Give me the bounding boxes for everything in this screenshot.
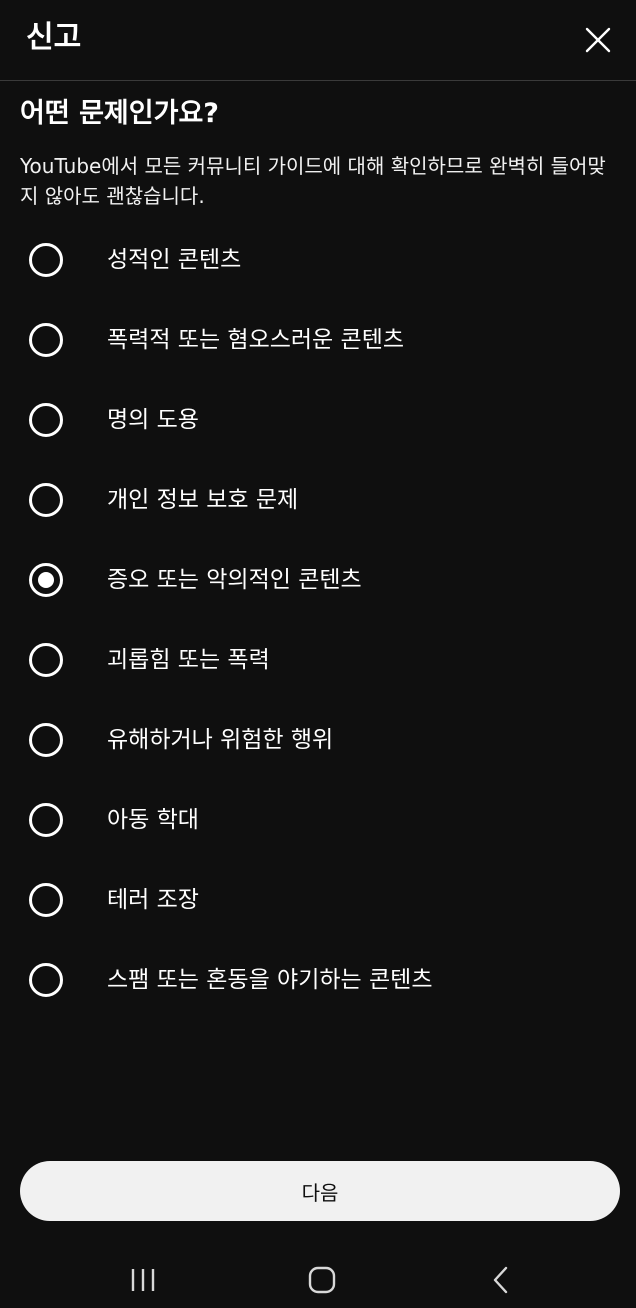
radio-button[interactable] [29, 803, 63, 837]
description-text: YouTube에서 모든 커뮤니티 가이드에 대해 확인하므로 완벽히 들어맞지… [20, 154, 606, 208]
option-label: 증오 또는 악의적인 콘텐츠 [107, 567, 362, 593]
report-option[interactable]: 아동 학대 [0, 780, 636, 860]
option-label: 테러 조장 [107, 887, 199, 913]
report-option[interactable]: 개인 정보 보호 문제 [0, 460, 636, 540]
report-option[interactable]: 명의 도용 [0, 380, 636, 460]
report-option[interactable]: 유해하거나 위험한 행위 [0, 700, 636, 780]
dialog-header: 신고 [0, 0, 636, 81]
question-heading: 어떤 문제인가요? [20, 98, 219, 129]
report-option[interactable]: 폭력적 또는 혐오스러운 콘텐츠 [0, 300, 636, 380]
option-label: 유해하거나 위험한 행위 [107, 727, 334, 753]
back-icon [493, 1266, 508, 1294]
close-icon [585, 27, 611, 53]
radio-button[interactable] [29, 403, 63, 437]
option-label: 개인 정보 보호 문제 [107, 487, 299, 513]
report-option[interactable]: 스팸 또는 혼동을 야기하는 콘텐츠 [0, 940, 636, 1020]
radio-button[interactable] [29, 643, 63, 677]
page-title: 신고 [26, 20, 82, 55]
radio-button[interactable] [29, 563, 63, 597]
report-option[interactable]: 증오 또는 악의적인 콘텐츠 [0, 540, 636, 620]
radio-button[interactable] [29, 483, 63, 517]
report-option[interactable]: 테러 조장 [0, 860, 636, 940]
home-button[interactable] [292, 1262, 352, 1298]
radio-button[interactable] [29, 323, 63, 357]
option-label: 스팸 또는 혼동을 야기하는 콘텐츠 [107, 967, 433, 993]
recent-apps-icon [131, 1269, 155, 1291]
option-label: 괴롭힘 또는 폭력 [107, 647, 270, 673]
back-button[interactable] [472, 1262, 532, 1298]
option-label: 폭력적 또는 혐오스러운 콘텐츠 [107, 327, 405, 353]
radio-button[interactable] [29, 243, 63, 277]
radio-button[interactable] [29, 883, 63, 917]
report-reason-list: 성적인 콘텐츠 폭력적 또는 혐오스러운 콘텐츠 명의 도용 개인 정보 보호 … [0, 220, 636, 1020]
report-option[interactable]: 성적인 콘텐츠 [0, 220, 636, 300]
radio-button[interactable] [29, 723, 63, 757]
home-icon [308, 1266, 336, 1294]
next-button[interactable]: 다음 [20, 1161, 620, 1221]
recent-apps-button[interactable] [113, 1262, 173, 1298]
report-option[interactable]: 괴롭힘 또는 폭력 [0, 620, 636, 700]
option-label: 명의 도용 [107, 407, 199, 433]
radio-button[interactable] [29, 963, 63, 997]
system-navigation-bar [0, 1250, 636, 1308]
option-label: 성적인 콘텐츠 [107, 247, 242, 273]
option-label: 아동 학대 [107, 807, 199, 833]
close-button[interactable] [578, 20, 618, 60]
